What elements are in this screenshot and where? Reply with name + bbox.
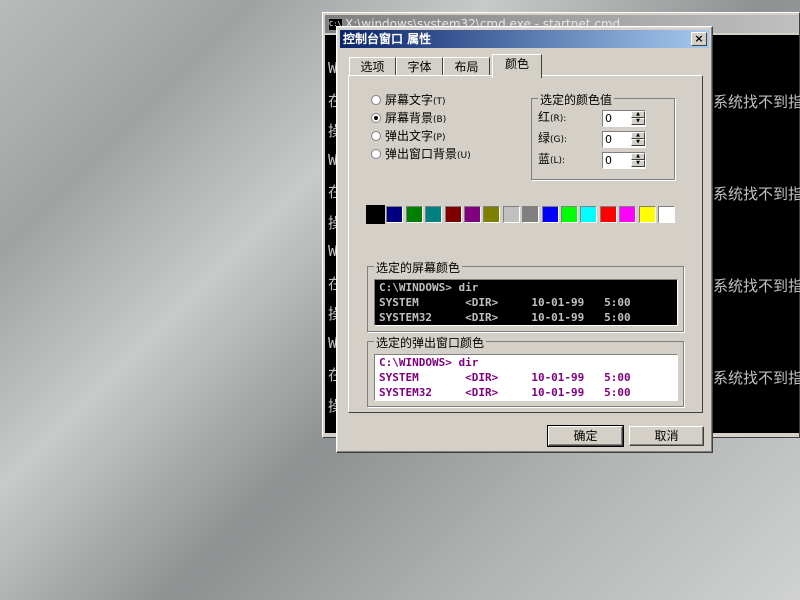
color-swatch[interactable] [464,206,481,223]
close-icon[interactable]: × [691,32,707,46]
color-swatch[interactable] [638,206,656,223]
tab-colors[interactable]: 颜色 [492,54,542,78]
radio-screen-text[interactable]: 屏幕文字(T) [371,92,446,108]
spin-up-icon[interactable]: ▲ [631,153,645,160]
console-line: 系统找不到指 [713,277,800,295]
color-swatch[interactable] [541,206,559,223]
colors-tab-panel: 屏幕文字(T) 屏幕背景(B) 弹出文字(P) 弹出窗口背景(U) 选定的颜色值… [348,75,703,413]
green-label: 绿(G): [538,131,568,145]
spin-down-icon[interactable]: ▼ [631,118,645,125]
radio-button-icon [371,113,381,123]
radio-screen-background[interactable]: 屏幕背景(B) [371,110,446,126]
radio-button-icon [371,95,381,105]
screen-color-preview: C:\WINDOWS> dir SYSTEM <DIR> 10-01-99 5:… [374,279,678,326]
blue-value-stepper[interactable]: 0 ▲ ▼ [602,152,646,169]
color-swatch[interactable] [366,205,385,224]
color-swatch[interactable] [580,206,598,223]
red-value-stepper[interactable]: 0 ▲ ▼ [602,110,646,127]
popup-color-preview-group: 选定的弹出窗口颜色 C:\WINDOWS> dir SYSTEM <DIR> 1… [367,334,684,407]
screen-color-preview-group: 选定的屏幕颜色 C:\WINDOWS> dir SYSTEM <DIR> 10-… [367,259,684,332]
spin-down-icon[interactable]: ▼ [631,139,645,146]
selected-color-values-group: 选定的颜色值 红(R): 0 ▲ ▼ 绿(G): 0 ▲ ▼ 蓝(L): 0 ▲ ▼ [531,91,675,180]
radio-popup-background[interactable]: 弹出窗口背景(U) [371,146,471,162]
color-swatch[interactable] [425,206,443,223]
console-properties-dialog: 控制台窗口 属性 × 选项 字体 布局 颜色 屏幕文字(T) 屏幕背景(B) 弹… [336,26,713,453]
color-swatch[interactable] [619,206,637,223]
tab-font[interactable]: 字体 [396,57,443,76]
console-line: 系统找不到指 [713,369,800,387]
color-swatch[interactable] [502,206,520,223]
spin-up-icon[interactable]: ▲ [631,132,645,139]
color-swatch[interactable] [386,206,404,223]
radio-popup-text[interactable]: 弹出文字(P) [371,128,445,144]
color-swatch[interactable] [483,206,501,223]
tab-options[interactable]: 选项 [349,57,396,76]
cancel-button[interactable]: 取消 [629,426,704,446]
dialog-title: 控制台窗口 属性 [343,32,432,46]
green-value-stepper[interactable]: 0 ▲ ▼ [602,131,646,148]
color-swatch[interactable] [444,206,462,223]
color-swatch[interactable] [405,206,423,223]
ok-button[interactable]: 确定 [547,425,624,447]
spin-down-icon[interactable]: ▼ [631,160,645,167]
color-swatch[interactable] [561,206,578,223]
popup-color-preview: C:\WINDOWS> dir SYSTEM <DIR> 10-01-99 5:… [374,354,678,401]
spin-up-icon[interactable]: ▲ [631,111,645,118]
group-legend: 选定的颜色值 [538,91,615,108]
tab-layout[interactable]: 布局 [443,57,490,76]
group-legend: 选定的屏幕颜色 [374,259,463,276]
color-swatch[interactable] [658,206,675,223]
color-swatch[interactable] [522,206,540,223]
console-line: 系统找不到指 [713,185,800,203]
dialog-title-bar[interactable]: 控制台窗口 属性 × [340,30,709,48]
red-label: 红(R): [538,110,567,124]
radio-button-icon [371,149,381,159]
radio-button-icon [371,131,381,141]
color-swatch[interactable] [599,206,617,223]
console-line: 系统找不到指 [713,93,800,111]
blue-label: 蓝(L): [538,152,566,166]
group-legend: 选定的弹出窗口颜色 [374,334,487,351]
